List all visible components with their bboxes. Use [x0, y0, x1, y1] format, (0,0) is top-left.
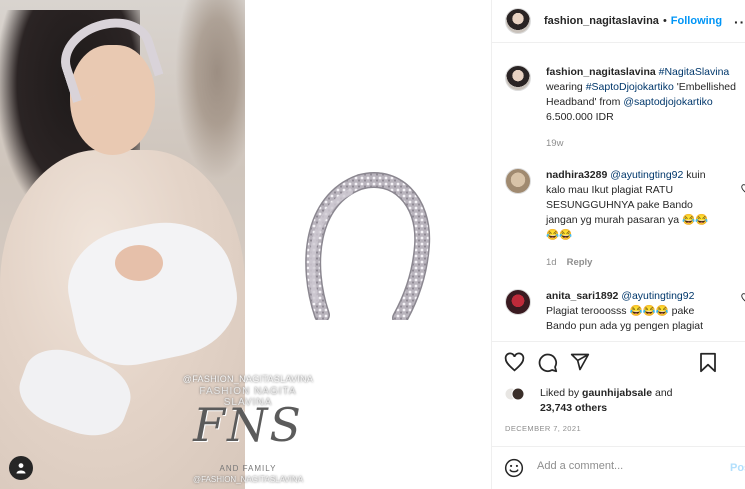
comment-mention[interactable]: @ayutingting92	[610, 169, 683, 181]
watermark-logo: FNS	[193, 398, 303, 452]
share-icon	[570, 353, 590, 371]
comment-line: kalo mau Ikut plagiat RATU	[546, 184, 674, 196]
liked-by-prefix: Liked by	[540, 387, 583, 399]
caption-hashtag-nagita[interactable]: #NagitaSlavina	[659, 66, 730, 78]
post-comment-button[interactable]: Post	[730, 462, 745, 474]
header-separator: •	[662, 15, 667, 27]
comment-icon	[538, 353, 558, 373]
headband-product-image	[305, 172, 431, 320]
post-header: fashion_nagitaslavina • Following ···	[492, 0, 745, 43]
author-username[interactable]: fashion_nagitaslavina	[544, 15, 659, 27]
smiley-icon	[504, 458, 524, 478]
liked-by-user[interactable]: gaunhijabsale	[582, 387, 652, 399]
commenter-avatar[interactable]	[505, 168, 531, 194]
comment-line: 😂😂	[546, 229, 573, 241]
caption-text: fashion_nagitaslavina #NagitaSlavina wea…	[546, 65, 745, 125]
comment-username[interactable]: nadhira3289	[546, 169, 607, 181]
add-comment-input[interactable]	[537, 460, 717, 472]
comment-button[interactable]	[537, 352, 558, 373]
more-options-icon[interactable]: ···	[734, 14, 745, 30]
like-comment-heart-icon[interactable]	[741, 184, 745, 194]
following-button[interactable]: Following	[671, 15, 722, 27]
comment-line: Bando pun ada yg pengen plagiat	[546, 320, 704, 332]
author-avatar[interactable]	[505, 8, 531, 34]
comment-text: nadhira3289 @ayutingting92 kuin kalo mau…	[546, 168, 745, 243]
comment-meta: 1d Reply	[546, 257, 592, 268]
caption-avatar[interactable]	[505, 65, 531, 91]
caption-username[interactable]: fashion_nagitaslavina	[546, 66, 656, 78]
post-side-panel: fashion_nagitaslavina • Following ··· fa…	[491, 0, 745, 489]
watermark-handle-top: @FASHION_NAGITASLAVINA	[182, 374, 314, 384]
caption-text-embellished: 'Embellished	[673, 81, 736, 93]
caption-age: 19w	[546, 138, 564, 149]
caption-price: 6.500.000 IDR	[546, 111, 614, 123]
comment-mention[interactable]: @ayutingting92	[621, 290, 694, 302]
share-button[interactable]	[570, 352, 590, 372]
caption-hashtag-sapto[interactable]: #SaptoDjojokartiko	[586, 81, 674, 93]
emoji-button[interactable]	[504, 458, 524, 478]
reply-button[interactable]: Reply	[567, 257, 593, 268]
like-button[interactable]	[504, 352, 525, 373]
comment-line: Plagiat terooosss 😂😂😂 pake	[546, 305, 695, 317]
user-tag-button[interactable]	[9, 456, 33, 480]
heart-icon	[504, 352, 525, 372]
commenter-avatar[interactable]	[505, 289, 531, 315]
like-comment-heart-icon[interactable]	[741, 293, 745, 303]
caption-mention-sapto[interactable]: @saptodjojokartiko	[623, 96, 712, 108]
bookmark-icon	[700, 352, 716, 373]
background-decor	[175, 0, 245, 180]
caption-text-wearing: wearing	[546, 81, 586, 93]
watermark-handle-bottom: @FASHION_NAGITASLAVINA	[192, 475, 304, 484]
liked-by-avatars	[505, 387, 525, 401]
caption-text-headband: Headband' from	[546, 96, 624, 108]
watermark-tagline: AND FAMILY	[219, 464, 277, 473]
post-media[interactable]: @FASHION_NAGITASLAVINA FASHION NAGITA SL…	[0, 0, 490, 489]
liked-by-and: and	[652, 387, 673, 399]
comment-line: kuin	[686, 169, 706, 181]
comments-list[interactable]: fashion_nagitaslavina #NagitaSlavina wea…	[492, 44, 745, 341]
photo-baby-face	[115, 245, 163, 281]
post-actions: Liked by gaunhijabsale and 23,743 others…	[492, 341, 745, 489]
save-button[interactable]	[699, 352, 717, 373]
likes-count[interactable]: 23,743 others	[540, 402, 607, 414]
post-date: DECEMBER 7, 2021	[505, 424, 582, 433]
comment-line: jangan yg murah pasaran ya 😂😂	[546, 214, 709, 226]
person-icon	[16, 463, 26, 474]
comment-text: anita_sari1892 @ayutingting92 Plagiat te…	[546, 289, 745, 334]
comment-line: SESUNGGUHNYA pake Bando	[546, 199, 693, 211]
comment-username[interactable]: anita_sari1892	[546, 290, 618, 302]
comment-age: 1d	[546, 257, 557, 268]
add-comment-bar: Post	[492, 446, 745, 489]
